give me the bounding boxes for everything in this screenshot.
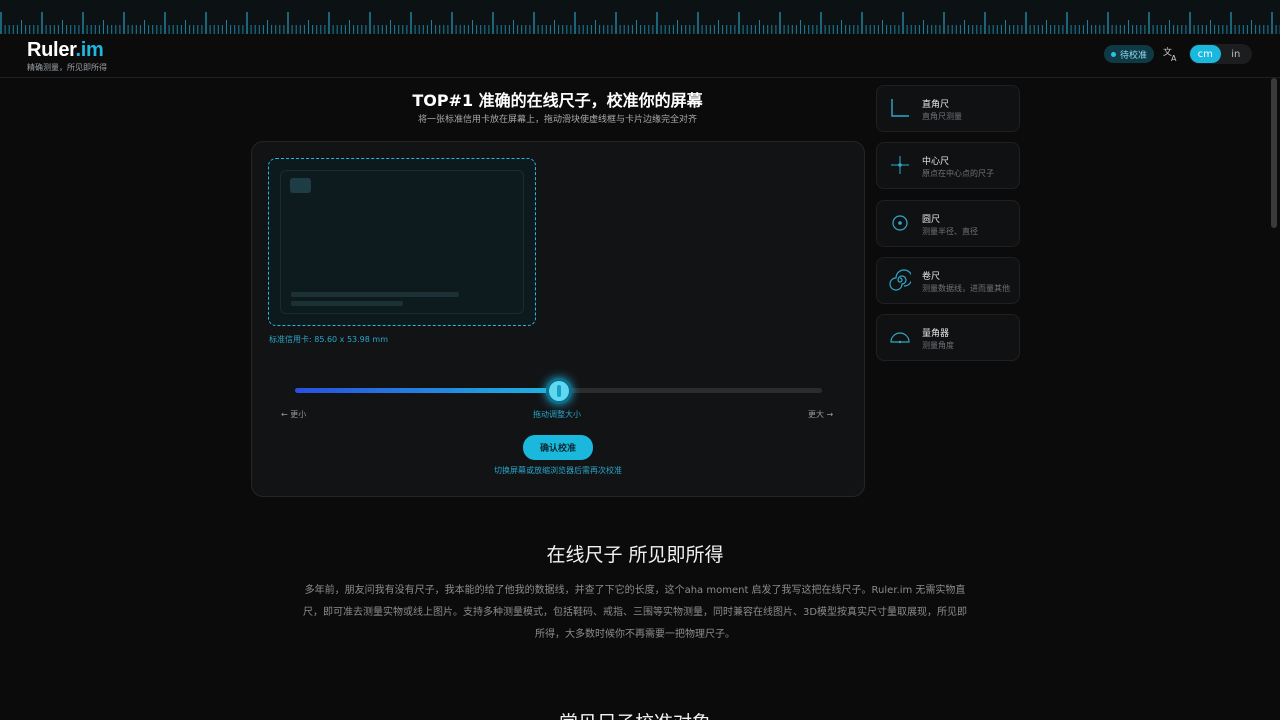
recalibration-note: 切换屏幕或放缩浏览器后需再次校准 xyxy=(494,466,622,475)
center-ruler-icon xyxy=(891,156,909,174)
card-size-caption: 标准信用卡: 85.60 x 53.98 mm xyxy=(269,335,388,344)
larger-label: 更大 → xyxy=(808,410,834,419)
tool-protractor[interactable]: 量角器 测量角度 xyxy=(876,314,1020,361)
intro-body: 多年前，朋友问我有没有尺子，我本能的给了他我的数据线，并查了下它的长度，这个ah… xyxy=(302,585,968,640)
svg-text:A: A xyxy=(1171,54,1177,62)
right-angle-ruler-icon xyxy=(891,99,909,117)
tool-circle-ruler[interactable]: 圆尺 测量半径、直径 xyxy=(876,200,1020,247)
tool-desc: 测量角度 xyxy=(922,341,954,350)
card-name-line xyxy=(291,301,403,306)
translate-icon[interactable]: 文 A xyxy=(1163,46,1179,63)
protractor-icon xyxy=(890,332,910,344)
intro-title: 在线尺子 所见即所得 xyxy=(546,544,724,566)
tool-name: 卷尺 xyxy=(922,272,941,282)
size-slider-track[interactable] xyxy=(295,378,822,404)
logo-subtitle: 精确测量，所见即所得 xyxy=(27,63,107,72)
tool-name: 中心尺 xyxy=(922,157,950,167)
header: Ruler.im 精确测量，所见即所得 待校准 文 A cm in xyxy=(0,34,1280,78)
tool-desc: 测量半径、直径 xyxy=(922,227,978,236)
drag-hint-label: 拖动调整大小 xyxy=(533,410,581,419)
logo[interactable]: Ruler.im xyxy=(27,39,104,62)
card-number-line xyxy=(291,292,459,297)
card-chip-icon xyxy=(290,178,311,193)
logo-accent: .im xyxy=(75,39,104,61)
tool-right-angle-ruler[interactable]: 直角尺 直角尺测量 xyxy=(876,85,1020,132)
unit-toggle: cm in xyxy=(1189,44,1252,64)
tool-desc: 测量数据线，进而量其他 xyxy=(922,284,1010,293)
tool-desc: 直角尺测量 xyxy=(922,112,962,121)
size-slider-fill xyxy=(295,388,559,393)
tool-desc: 原点在中心点的尺子 xyxy=(922,169,994,178)
ruler-strip[interactable] xyxy=(0,0,1280,34)
calibration-panel: 标准信用卡: 85.60 x 53.98 mm ← 更小 拖动调整大小 更大 →… xyxy=(251,141,865,497)
status-label: 待校准 xyxy=(1119,50,1147,61)
size-slider-handle[interactable] xyxy=(545,378,572,404)
tool-tape-measure[interactable]: 卷尺 测量数据线，进而量其他 xyxy=(876,257,1020,304)
page-scrollbar[interactable] xyxy=(1271,78,1277,228)
tool-center-ruler[interactable]: 中心尺 原点在中心点的尺子 xyxy=(876,142,1020,189)
unit-in-button[interactable]: in xyxy=(1221,45,1252,63)
unit-cm-button[interactable]: cm xyxy=(1190,45,1221,63)
status-dot-icon xyxy=(1110,51,1116,57)
tape-measure-icon xyxy=(889,269,911,291)
credit-card-illustration xyxy=(280,170,524,314)
tool-name: 量角器 xyxy=(922,329,950,339)
calibration-status-badge[interactable]: 待校准 xyxy=(1104,45,1154,63)
confirm-calibration-button[interactable]: 确认校准 xyxy=(523,435,593,460)
next-section-title: 常见尺子校准对象 xyxy=(250,708,1020,720)
ruler-ticks xyxy=(0,12,1280,34)
page-subtitle: 将一张标准信用卡放在屏幕上，拖动滑块使虚线框与卡片边缘完全对齐 xyxy=(417,115,697,125)
logo-main: Ruler xyxy=(27,39,76,61)
tool-name: 圆尺 xyxy=(922,215,941,225)
circle-ruler-icon xyxy=(892,215,908,231)
tool-name: 直角尺 xyxy=(922,100,950,110)
card-outline-frame xyxy=(268,158,536,326)
page-title: TOP#1 准确的在线尺子，校准你的屏幕 xyxy=(412,91,703,110)
smaller-label: ← 更小 xyxy=(281,410,307,419)
